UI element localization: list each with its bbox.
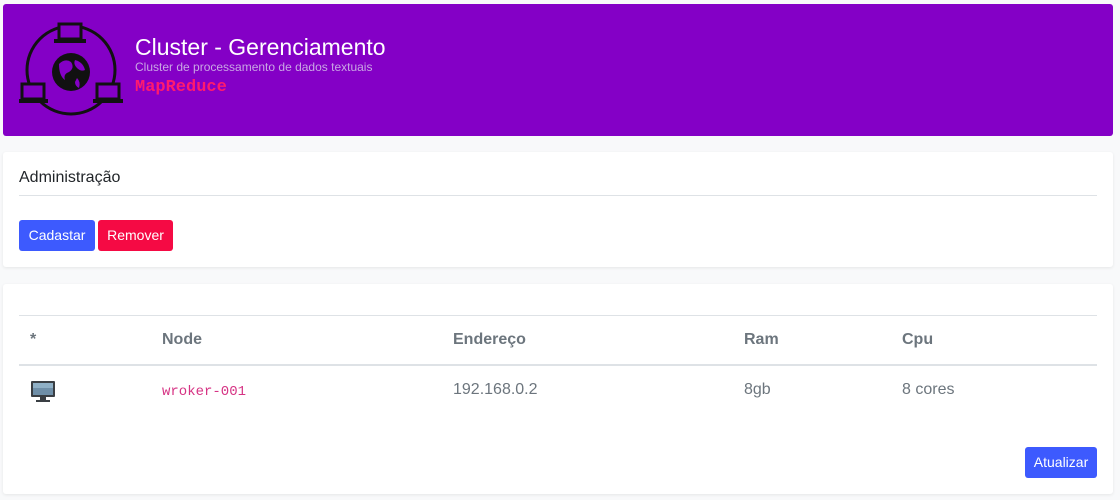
column-header-ram[interactable]: Ram — [744, 331, 779, 349]
page-title: Cluster - Gerenciamento — [135, 34, 386, 60]
node-ram: 8gb — [744, 381, 771, 398]
table-top-border — [19, 315, 1097, 316]
column-header-node[interactable]: Node — [162, 331, 202, 349]
computer-monitor-icon — [31, 381, 55, 402]
node-name: wroker-001 — [162, 384, 247, 400]
network-globe-icon — [19, 22, 123, 116]
atualizar-button[interactable]: Atualizar — [1025, 447, 1097, 478]
remover-button[interactable]: Remover — [98, 220, 173, 251]
header-tag: MapReduce — [135, 78, 227, 97]
node-cpu: 8 cores — [902, 381, 955, 398]
page-subtitle: Cluster de processamento de dados textua… — [135, 60, 373, 74]
nodes-table-card: * Node Endereço Ram Cpu wroker-001 192.1… — [3, 284, 1113, 494]
page-header: Cluster - Gerenciamento Cluster de proce… — [3, 4, 1113, 136]
column-header-select: * — [30, 331, 37, 348]
column-header-cpu[interactable]: Cpu — [902, 331, 933, 349]
cadastrar-button[interactable]: Cadastar — [19, 220, 95, 251]
table-header-border — [19, 364, 1097, 366]
admin-card: Administração Cadastar Remover — [3, 152, 1113, 267]
divider — [19, 195, 1097, 196]
column-header-address[interactable]: Endereço — [453, 331, 526, 349]
admin-title: Administração — [19, 169, 121, 186]
node-address: 192.168.0.2 — [453, 381, 538, 398]
